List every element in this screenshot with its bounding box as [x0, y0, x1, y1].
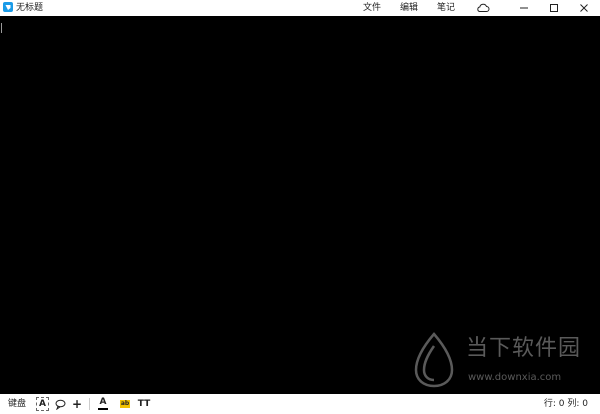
cloud-icon[interactable]: [476, 2, 490, 13]
maximize-button[interactable]: [539, 0, 569, 16]
text-box-icon: A: [39, 399, 46, 409]
watermark: 当下软件园 www.downxia.com: [408, 330, 598, 392]
highlight-icon: ab: [119, 400, 131, 408]
close-button[interactable]: [569, 0, 599, 16]
add-button[interactable]: +: [71, 397, 83, 411]
title-bar: 无标题 文件 编辑 笔记: [0, 0, 600, 16]
highlight-button[interactable]: ab: [119, 397, 131, 411]
bottom-toolbar: 键盘 A + A ab TT 行: 0 列: 0: [0, 394, 600, 414]
close-icon: [580, 4, 588, 12]
watermark-logo-icon: [414, 332, 454, 388]
keyboard-button[interactable]: 键盘: [8, 399, 26, 410]
font-size-icon: TT: [137, 399, 151, 409]
watermark-url: www.downxia.com: [468, 372, 562, 383]
text-box-button[interactable]: A: [36, 397, 49, 411]
comment-button[interactable]: [54, 397, 66, 411]
toolbar-divider: [89, 398, 90, 410]
font-color-button[interactable]: A: [97, 397, 109, 411]
minimize-button[interactable]: [509, 0, 539, 16]
app-icon: [3, 2, 13, 12]
speech-bubble-icon: [55, 399, 65, 410]
text-caret: [1, 23, 2, 33]
menu-file[interactable]: 文件: [363, 2, 381, 14]
watermark-title: 当下软件园: [466, 336, 582, 361]
font-size-button[interactable]: TT: [136, 397, 152, 411]
plus-icon: +: [71, 397, 83, 411]
window-title: 无标题: [16, 3, 44, 13]
editor-area[interactable]: 当下软件园 www.downxia.com: [0, 16, 600, 394]
font-color-bar: [98, 408, 108, 410]
menu-edit[interactable]: 编辑: [400, 2, 418, 14]
cursor-position-status: 行: 0 列: 0: [543, 399, 588, 409]
font-color-icon: A: [99, 397, 107, 407]
menu-notes[interactable]: 笔记: [437, 2, 455, 14]
minimize-icon: [520, 7, 528, 9]
maximize-icon: [550, 4, 558, 12]
